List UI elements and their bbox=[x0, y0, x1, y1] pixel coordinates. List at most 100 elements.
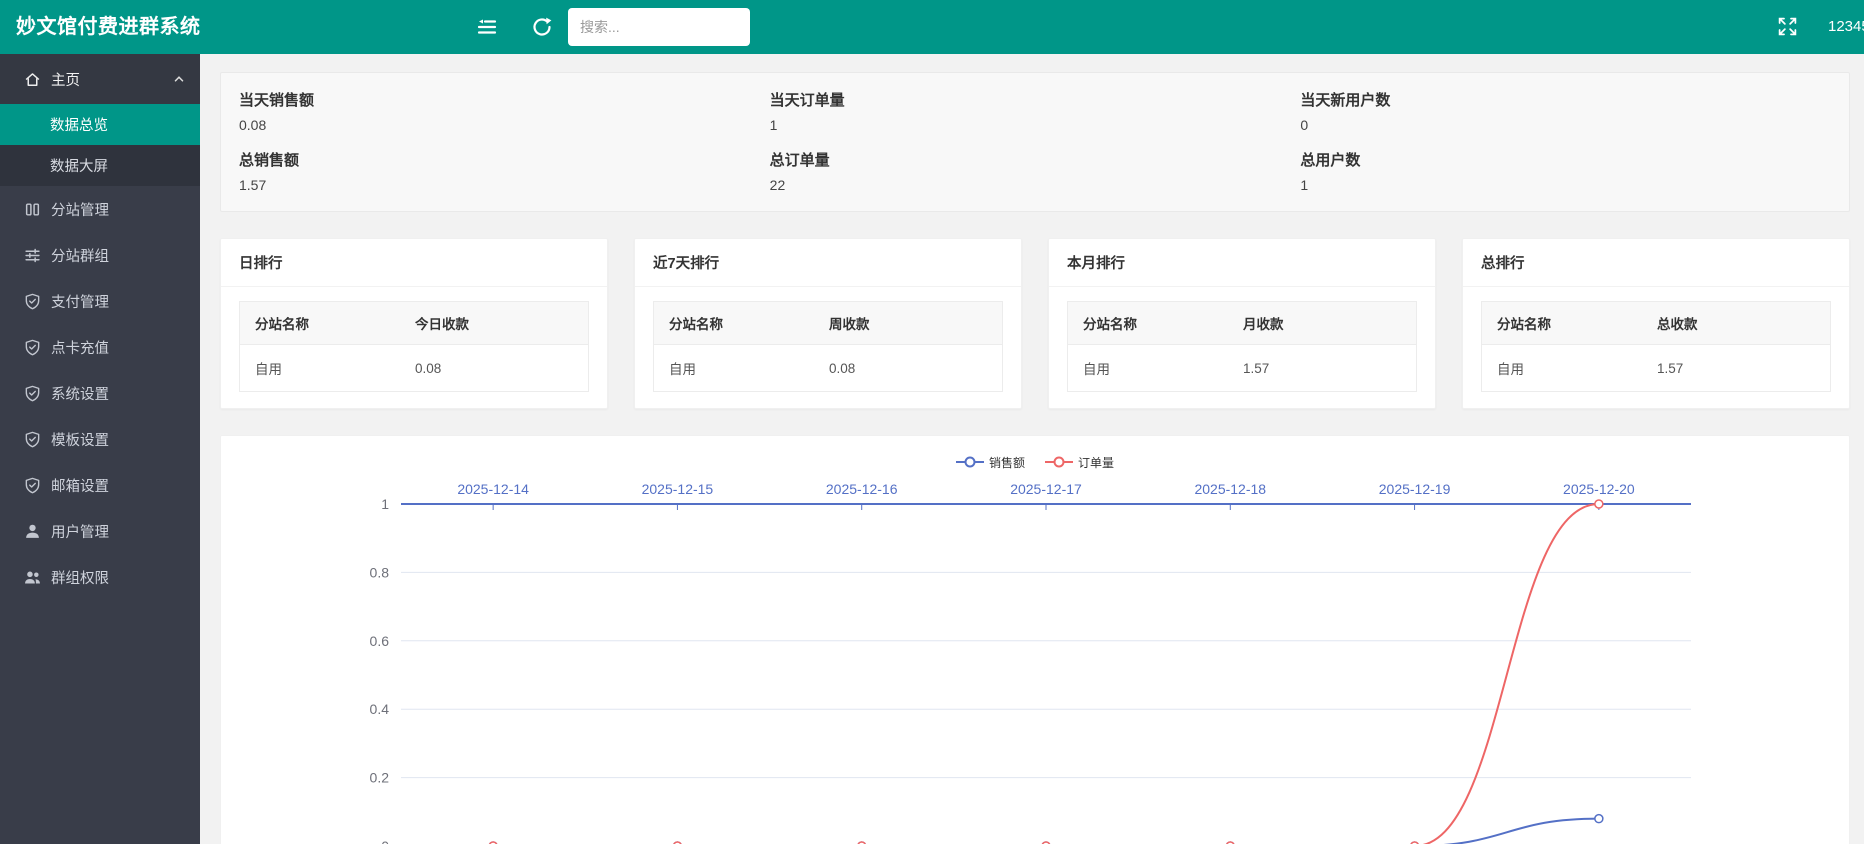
stat-value: 1 bbox=[770, 117, 1301, 133]
sales-orders-chart-card: 销售额 订单量 0 0.2 0.4 0.6 0.8 1 2025-12-14 2025-12-1… bbox=[220, 435, 1850, 844]
ranking-card-title: 总排行 bbox=[1463, 239, 1849, 287]
sidebar-item-data-overview[interactable]: 数据总览 bbox=[0, 104, 200, 145]
stat-today-new-users: 当天新用户数 0 bbox=[1300, 89, 1831, 133]
app-title: 妙文馆付费进群系统 bbox=[16, 0, 201, 54]
x-axis-label: 2025-12-20 bbox=[1563, 481, 1635, 497]
ranking-card-7days: 近7天排行 分站名称 周收款 自用 0.08 bbox=[634, 238, 1022, 409]
user-icon bbox=[24, 523, 41, 540]
column-header: 分站名称 bbox=[1068, 302, 1229, 345]
stat-label: 当天订单量 bbox=[770, 89, 1301, 110]
username[interactable]: 12345 bbox=[1828, 0, 1864, 54]
x-axis-label: 2025-12-19 bbox=[1379, 481, 1451, 497]
svg-text:0.4: 0.4 bbox=[370, 701, 390, 717]
x-axis-label: 2025-12-17 bbox=[1010, 481, 1082, 497]
sidebar-item-label: 模板设置 bbox=[51, 429, 109, 450]
cell-site-name: 自用 bbox=[1482, 345, 1643, 392]
sidebar-item-label: 分站管理 bbox=[51, 199, 109, 220]
ranking-table: 分站名称 今日收款 自用 0.08 bbox=[239, 301, 589, 392]
column-header: 总收款 bbox=[1642, 302, 1830, 345]
stat-value: 22 bbox=[770, 177, 1301, 193]
sidebar-item-label: 邮箱设置 bbox=[51, 475, 109, 496]
stat-label: 总订单量 bbox=[770, 149, 1301, 170]
table-row: 自用 0.08 bbox=[240, 345, 589, 392]
stat-label: 总销售额 bbox=[239, 149, 770, 170]
sidebar-item-email-settings[interactable]: 邮箱设置 bbox=[0, 462, 200, 508]
x-axis-top: 2025-12-142025-12-152025-12-162025-12-17… bbox=[401, 481, 1691, 510]
x-axis-label: 2025-12-18 bbox=[1194, 481, 1266, 497]
stat-total-sales: 总销售额 1.57 bbox=[239, 149, 770, 193]
sidebar-item-label: 群组权限 bbox=[51, 567, 109, 588]
ranking-table: 分站名称 月收款 自用 1.57 bbox=[1067, 301, 1417, 392]
sidebar-item-payment-manage[interactable]: 支付管理 bbox=[0, 278, 200, 324]
sidebar-item-label: 点卡充值 bbox=[51, 337, 109, 358]
ranking-card-daily: 日排行 分站名称 今日收款 自用 0.08 bbox=[220, 238, 608, 409]
chart-gridlines bbox=[401, 572, 1691, 777]
main-content: 当天销售额 0.08 当天订单量 1 当天新用户数 0 总销售额 1.57 总订… bbox=[200, 54, 1864, 844]
chevron-up-icon bbox=[172, 72, 186, 86]
legend-item-1[interactable]: 订单量 bbox=[1045, 454, 1114, 471]
home-icon bbox=[24, 71, 41, 88]
column-header: 今日收款 bbox=[400, 302, 588, 345]
column-header: 分站名称 bbox=[654, 302, 815, 345]
stat-value: 0.08 bbox=[239, 117, 770, 133]
sliders-icon bbox=[24, 247, 41, 264]
column-header: 周收款 bbox=[814, 302, 1002, 345]
stat-total-orders: 总订单量 22 bbox=[770, 149, 1301, 193]
top-header: 妙文馆付费进群系统 12345 bbox=[0, 0, 1864, 54]
svg-text:1: 1 bbox=[381, 496, 389, 512]
ranking-card-title: 本月排行 bbox=[1049, 239, 1435, 287]
cell-site-name: 自用 bbox=[1068, 345, 1229, 392]
ranking-cards-row: 日排行 分站名称 今日收款 自用 0.08 近7天排行 bbox=[220, 238, 1850, 409]
table-row: 自用 1.57 bbox=[1482, 345, 1831, 392]
table-row: 自用 1.57 bbox=[1068, 345, 1417, 392]
stat-today-orders: 当天订单量 1 bbox=[770, 89, 1301, 133]
legend-label: 销售额 bbox=[989, 454, 1025, 471]
sidebar-item-card-recharge[interactable]: 点卡充值 bbox=[0, 324, 200, 370]
svg-text:0: 0 bbox=[381, 838, 389, 844]
x-axis-label: 2025-12-14 bbox=[457, 481, 529, 497]
search-input[interactable] bbox=[568, 8, 750, 46]
refresh-icon[interactable] bbox=[530, 15, 554, 39]
stat-label: 当天销售额 bbox=[239, 89, 770, 110]
sidebar-item-template-settings[interactable]: 模板设置 bbox=[0, 416, 200, 462]
shield-check-icon bbox=[24, 477, 41, 494]
cell-amount: 0.08 bbox=[400, 345, 588, 392]
cell-amount: 1.57 bbox=[1642, 345, 1830, 392]
svg-text:0.8: 0.8 bbox=[370, 564, 390, 580]
sales-orders-chart[interactable]: 00.20.40.60.812025-12-142025-12-152025-1… bbox=[221, 474, 1851, 844]
stat-label: 总用户数 bbox=[1300, 149, 1831, 170]
series-line-1 bbox=[489, 500, 1603, 844]
stats-panel: 当天销售额 0.08 当天订单量 1 当天新用户数 0 总销售额 1.57 总订… bbox=[220, 72, 1850, 212]
column-header: 分站名称 bbox=[240, 302, 401, 345]
sidebar-item-substation-manage[interactable]: 分站管理 bbox=[0, 186, 200, 232]
sidebar-item-data-screen[interactable]: 数据大屏 bbox=[0, 145, 200, 186]
sidebar-item-home[interactable]: 主页 bbox=[0, 54, 200, 104]
sidebar-item-label: 系统设置 bbox=[51, 383, 109, 404]
ranking-table: 分站名称 总收款 自用 1.57 bbox=[1481, 301, 1831, 392]
column-header: 分站名称 bbox=[1482, 302, 1643, 345]
sidebar-item-substation-groups[interactable]: 分站群组 bbox=[0, 232, 200, 278]
ranking-table: 分站名称 周收款 自用 0.08 bbox=[653, 301, 1003, 392]
stat-value: 1.57 bbox=[239, 177, 770, 193]
collapse-menu-icon[interactable] bbox=[475, 15, 499, 39]
svg-text:0.6: 0.6 bbox=[370, 633, 390, 649]
ranking-card-month: 本月排行 分站名称 月收款 自用 1.57 bbox=[1048, 238, 1436, 409]
sidebar-item-label: 用户管理 bbox=[51, 521, 109, 542]
users-icon bbox=[24, 569, 41, 586]
stat-today-sales: 当天销售额 0.08 bbox=[239, 89, 770, 133]
x-axis-label: 2025-12-16 bbox=[826, 481, 898, 497]
stat-value: 0 bbox=[1300, 117, 1831, 133]
sidebar-item-system-settings[interactable]: 系统设置 bbox=[0, 370, 200, 416]
shield-check-icon bbox=[24, 293, 41, 310]
svg-text:0.2: 0.2 bbox=[370, 770, 390, 786]
fullscreen-icon[interactable] bbox=[1777, 16, 1798, 37]
ranking-card-title: 近7天排行 bbox=[635, 239, 1021, 287]
sidebar-item-user-manage[interactable]: 用户管理 bbox=[0, 508, 200, 554]
stat-label: 当天新用户数 bbox=[1300, 89, 1831, 110]
legend-label: 订单量 bbox=[1078, 454, 1114, 471]
sidebar-item-group-permissions[interactable]: 群组权限 bbox=[0, 554, 200, 600]
sidebar-item-label: 主页 bbox=[51, 69, 80, 90]
cell-amount: 1.57 bbox=[1228, 345, 1416, 392]
y-axis-labels: 0 0.2 0.4 0.6 0.8 1 bbox=[370, 496, 390, 844]
legend-item-0[interactable]: 销售额 bbox=[956, 454, 1025, 471]
